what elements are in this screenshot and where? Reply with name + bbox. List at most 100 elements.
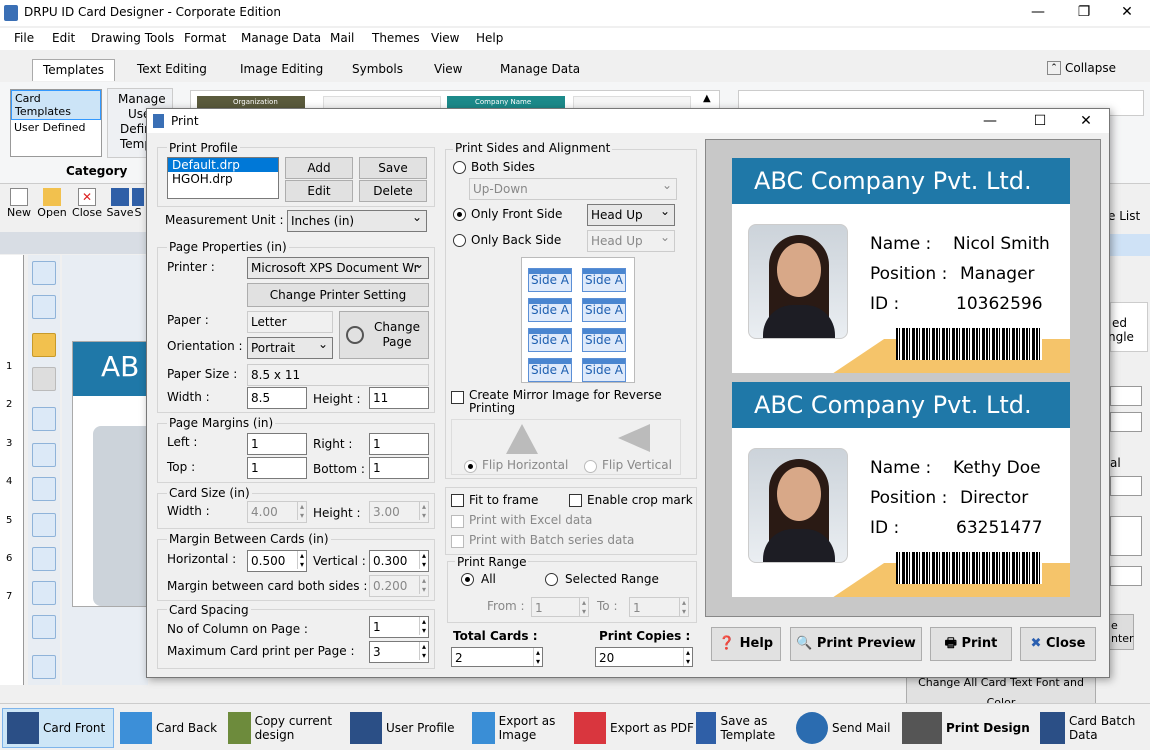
- add-profile-button[interactable]: Add: [285, 157, 353, 179]
- menu-format[interactable]: Format: [184, 31, 226, 45]
- page-height-input[interactable]: 11: [369, 387, 429, 409]
- minimize-button[interactable]: —: [1015, 0, 1061, 26]
- fit-icon[interactable]: [32, 615, 56, 639]
- lock-icon[interactable]: [32, 333, 56, 357]
- page-width-input[interactable]: 8.5: [247, 387, 307, 409]
- columns-input[interactable]: 1: [369, 616, 429, 638]
- copy-design-button[interactable]: Copy current design: [228, 708, 340, 748]
- delete-profile-button[interactable]: Delete: [359, 180, 427, 202]
- align-center-icon[interactable]: [32, 547, 56, 571]
- dialog-close-button[interactable]: ✕: [1063, 109, 1109, 135]
- new-button[interactable]: New: [2, 186, 36, 219]
- range-all-label[interactable]: All: [481, 572, 496, 586]
- menu-edit[interactable]: Edit: [52, 31, 75, 45]
- front-align-select[interactable]: Head Up: [587, 204, 675, 226]
- dialog-maximize-button[interactable]: ☐: [1017, 109, 1063, 135]
- bottom-margin-input[interactable]: 1: [369, 457, 429, 479]
- align-top-icon[interactable]: [32, 407, 56, 431]
- menu-view[interactable]: View: [431, 31, 459, 45]
- card-batch-button[interactable]: Card Batch Data: [1040, 708, 1146, 748]
- card-front-button[interactable]: Card Front: [2, 708, 114, 748]
- printer-select[interactable]: Microsoft XPS Document Wr: [247, 257, 429, 279]
- collapse-label[interactable]: Collapse: [1065, 61, 1116, 75]
- open-button[interactable]: Open: [35, 186, 69, 219]
- tab-templates[interactable]: Templates: [32, 59, 116, 81]
- crop-mark-checkbox[interactable]: [569, 494, 582, 507]
- print-preview-button[interactable]: 🔍 Print Preview: [790, 627, 922, 661]
- range-selected-label[interactable]: Selected Range: [565, 572, 659, 586]
- mirror-image-checkbox[interactable]: [451, 391, 464, 404]
- menu-drawing-tools[interactable]: Drawing Tools: [91, 31, 174, 45]
- menu-file[interactable]: File: [14, 31, 34, 45]
- dialog-minimize-button[interactable]: —: [967, 109, 1013, 135]
- align-middle-icon[interactable]: [32, 443, 56, 467]
- align-right-icon[interactable]: [32, 581, 56, 605]
- mirror-image-label[interactable]: Create Mirror Image for Reverse Printing: [469, 389, 665, 415]
- save-as-button[interactable]: S: [130, 186, 146, 219]
- tab-symbols[interactable]: Symbols: [342, 59, 413, 81]
- send-mail-button[interactable]: Send Mail: [796, 708, 890, 748]
- save-profile-button[interactable]: Save: [359, 157, 427, 179]
- zoom-icon[interactable]: [32, 655, 56, 679]
- vertical-margin-input[interactable]: 0.300: [369, 550, 429, 572]
- measurement-select[interactable]: Inches (in): [287, 210, 427, 232]
- left-margin-input[interactable]: 1: [247, 433, 307, 455]
- menu-mail[interactable]: Mail: [330, 31, 354, 45]
- menu-help[interactable]: Help: [476, 31, 503, 45]
- max-cards-input[interactable]: 3: [369, 641, 429, 663]
- save-template-button[interactable]: Save as Template: [696, 708, 788, 748]
- back-side-radio[interactable]: [453, 234, 466, 247]
- design-canvas[interactable]: AB: [62, 255, 149, 685]
- align-left-icon[interactable]: [32, 513, 56, 537]
- right-spin[interactable]: [1110, 516, 1142, 556]
- category-user-defined[interactable]: User Defined: [11, 120, 101, 135]
- list-label[interactable]: e List: [1108, 209, 1140, 223]
- group-icon[interactable]: [32, 295, 56, 319]
- right-margin-input[interactable]: 1: [369, 433, 429, 455]
- close-dialog-button[interactable]: ✖ Close: [1020, 627, 1096, 661]
- back-side-label[interactable]: Only Back Side: [471, 233, 561, 247]
- total-cards-input[interactable]: 2: [451, 647, 543, 667]
- both-sides-radio[interactable]: [453, 161, 466, 174]
- fit-frame-label[interactable]: Fit to frame: [469, 493, 538, 507]
- gallery-scroll-up[interactable]: ▲: [703, 93, 711, 104]
- front-side-label[interactable]: Only Front Side: [471, 207, 562, 221]
- right-input-1[interactable]: [1110, 386, 1142, 406]
- unlock-icon[interactable]: [32, 367, 56, 391]
- profile-list[interactable]: Default.drp HGOH.drp: [167, 157, 279, 199]
- export-image-button[interactable]: Export as Image: [472, 708, 568, 748]
- range-selected-radio[interactable]: [545, 573, 558, 586]
- range-all-radio[interactable]: [461, 573, 474, 586]
- change-page-button[interactable]: Change Page: [339, 311, 429, 359]
- user-profile-button[interactable]: User Profile: [350, 708, 454, 748]
- print-copies-input[interactable]: 20: [595, 647, 693, 667]
- card-back-button[interactable]: Card Back: [120, 708, 217, 748]
- tab-manage-data[interactable]: Manage Data: [490, 59, 590, 81]
- right-combo-1[interactable]: [1110, 412, 1142, 432]
- right-combo-3[interactable]: [1110, 566, 1142, 586]
- edit-profile-button[interactable]: Edit: [285, 180, 353, 202]
- category-card-templates[interactable]: Card Templates: [11, 90, 101, 120]
- tab-text-editing[interactable]: Text Editing: [127, 59, 217, 81]
- profile-item-default[interactable]: Default.drp: [168, 158, 278, 172]
- right-button[interactable]: e nter: [1108, 614, 1134, 650]
- both-sides-label[interactable]: Both Sides: [471, 160, 535, 174]
- help-button[interactable]: ❓ Help: [711, 627, 781, 661]
- profile-item-hgoh[interactable]: HGOH.drp: [168, 172, 278, 186]
- tab-image-editing[interactable]: Image Editing: [230, 59, 333, 81]
- print-button[interactable]: 🖶 Print: [930, 627, 1012, 661]
- align-bottom-icon[interactable]: [32, 477, 56, 501]
- tab-view[interactable]: View: [424, 59, 472, 81]
- export-pdf-button[interactable]: Export as PDF: [574, 708, 694, 748]
- horizontal-margin-input[interactable]: 0.500: [247, 550, 307, 572]
- menu-themes[interactable]: Themes: [372, 31, 420, 45]
- menu-manage-data[interactable]: Manage Data: [241, 31, 321, 45]
- close-button[interactable]: ✕ Close: [70, 186, 104, 219]
- change-printer-button[interactable]: Change Printer Setting: [247, 283, 429, 307]
- canvas-card[interactable]: AB: [72, 341, 149, 607]
- orientation-select[interactable]: Portrait: [247, 337, 333, 359]
- front-side-radio[interactable]: [453, 208, 466, 221]
- layer-icon[interactable]: [32, 261, 56, 285]
- top-margin-input[interactable]: 1: [247, 457, 307, 479]
- maximize-button[interactable]: ❐: [1061, 0, 1107, 26]
